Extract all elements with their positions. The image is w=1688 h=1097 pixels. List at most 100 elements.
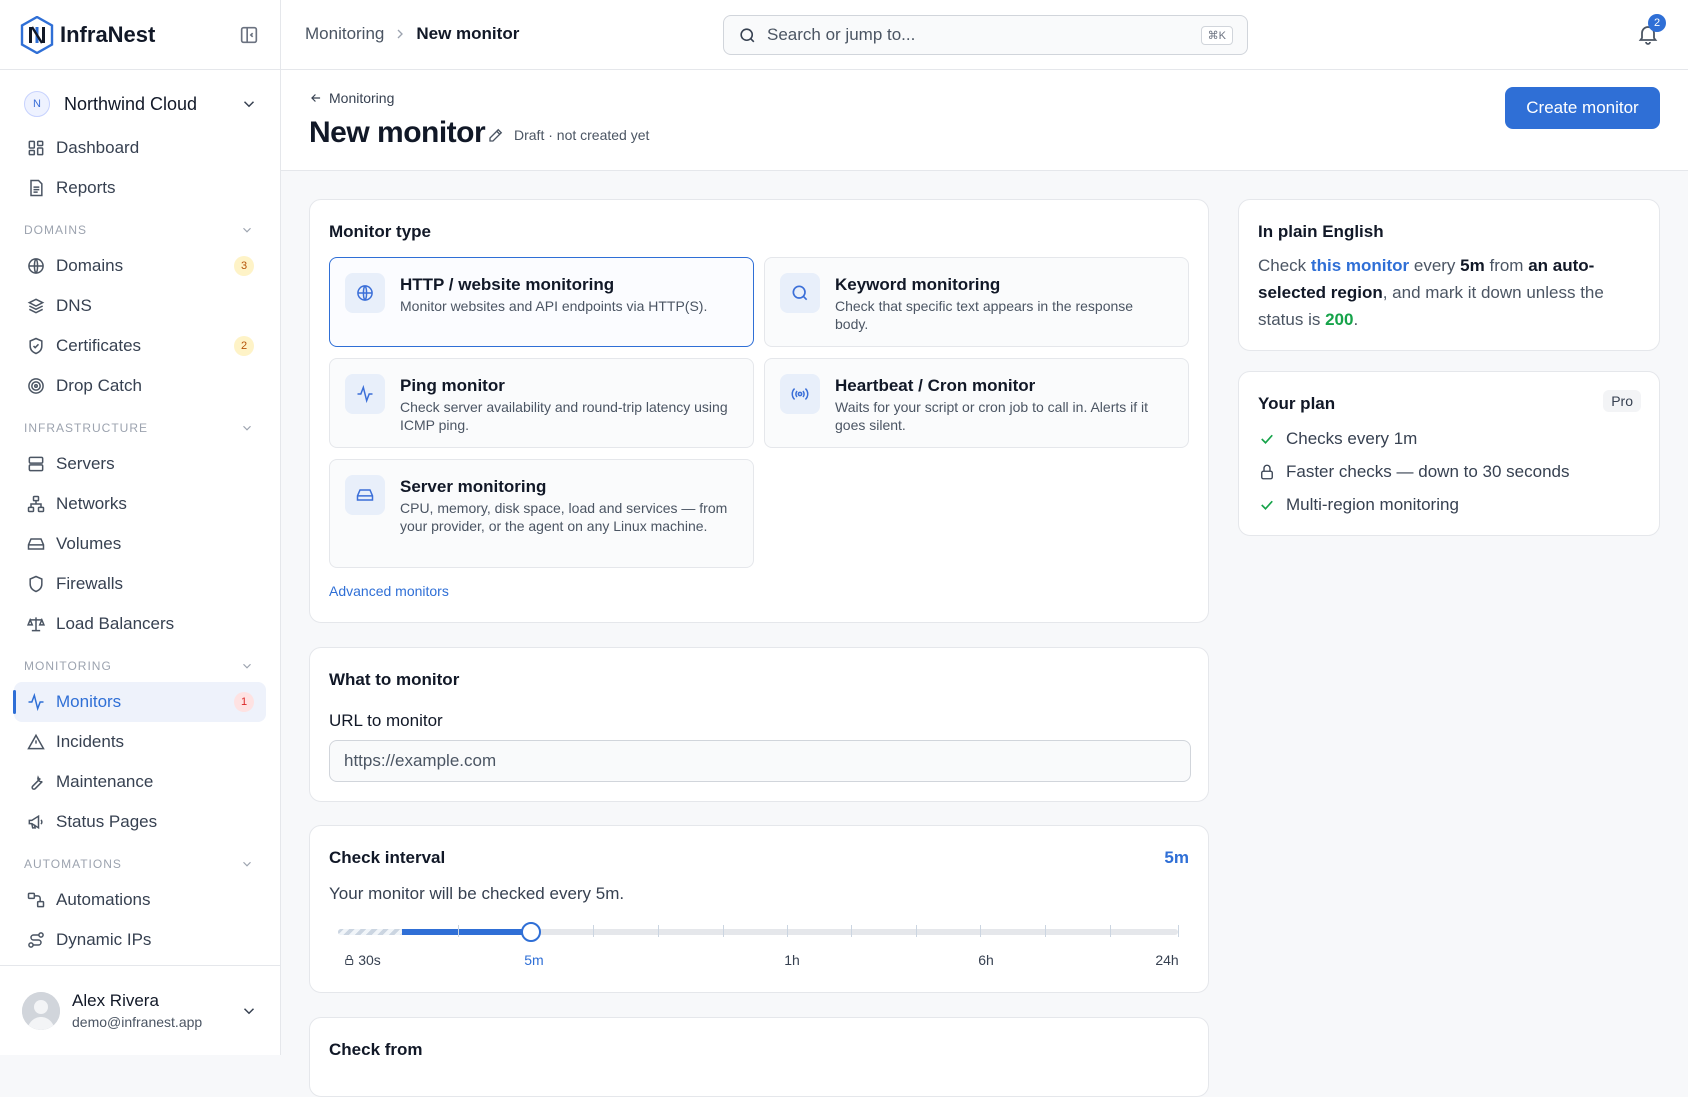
sidebar-item-status-pages[interactable]: Status Pages	[14, 802, 266, 842]
sidebar-item-monitors[interactable]: Monitors 1	[13, 682, 266, 722]
back-link-label: Monitoring	[329, 90, 395, 106]
plan-card: Your plan Pro Checks every 1m Faster che…	[1238, 371, 1660, 536]
sidebar-item-domains[interactable]: Domains 3	[14, 246, 266, 286]
slider-label-6h: 6h	[978, 952, 994, 968]
summary-interval: 5m	[1460, 256, 1485, 275]
lock-icon	[1261, 464, 1273, 480]
org-switcher[interactable]: N Northwind Cloud	[14, 84, 268, 124]
sidebar-item-servers[interactable]: Servers	[14, 444, 266, 484]
sidebar-item-label: Dynamic IPs	[56, 930, 152, 949]
sidebar-nav: Dashboard Reports DOMAINS Domains 3 DNS …	[0, 128, 280, 960]
sidebar-item-load-balancers[interactable]: Load Balancers	[14, 604, 266, 644]
sidebar-item-label: Automations	[56, 890, 151, 909]
search-input[interactable]: Search or jump to... ⌘K	[723, 15, 1248, 55]
sidebar-item-label: Dashboard	[56, 138, 140, 157]
workflow-icon	[27, 892, 45, 908]
sidebar-item-dashboard[interactable]: Dashboard	[14, 128, 266, 168]
search-icon	[780, 273, 820, 313]
pencil-icon[interactable]	[487, 126, 505, 144]
check-from-card: Check from	[309, 1017, 1209, 1097]
breadcrumb-current: New monitor	[416, 24, 520, 43]
back-link[interactable]: Monitoring	[309, 90, 394, 106]
sidebar-item-incidents[interactable]: Incidents	[14, 722, 266, 762]
user-name: Alex Rivera	[72, 991, 159, 1010]
user-info: Alex Rivera demo@infranest.app	[72, 991, 202, 1030]
create-monitor-button[interactable]: Create monitor	[1505, 87, 1660, 129]
slider-tick	[787, 925, 788, 937]
monitor-link[interactable]: this monitor	[1311, 256, 1409, 275]
interval-slider-fill	[402, 929, 530, 935]
option-title: Keyword monitoring	[835, 275, 1001, 294]
broadcast-icon	[780, 374, 820, 414]
monitor-type-server[interactable]: Server monitoring CPU, memory, disk spac…	[329, 459, 754, 568]
draft-status: Draft · not created yet	[514, 127, 650, 143]
sidebar-item-networks[interactable]: Networks	[14, 484, 266, 524]
card-title: What to monitor	[329, 670, 460, 689]
nav-section-monitoring[interactable]: MONITORING	[14, 644, 266, 682]
summary-text: Check	[1258, 256, 1311, 275]
org-name: Northwind Cloud	[64, 93, 198, 114]
monitor-type-keyword[interactable]: Keyword monitoring Check that specific t…	[764, 257, 1189, 347]
advanced-monitors-link[interactable]: Advanced monitors	[329, 583, 449, 599]
slider-label-text: 30s	[358, 952, 381, 968]
card-title: Check interval	[329, 848, 446, 867]
interval-slider-thumb[interactable]	[521, 922, 541, 942]
nav-section-infrastructure[interactable]: INFRASTRUCTURE	[14, 406, 266, 444]
check-interval-card: Check interval 5m Your monitor will be c…	[309, 825, 1209, 993]
count-badge: 2	[234, 336, 254, 356]
hard-drive-icon	[345, 475, 385, 515]
section-title: MONITORING	[24, 659, 112, 673]
section-title: DOMAINS	[24, 223, 88, 237]
sidebar-item-label: Reports	[56, 178, 116, 197]
sidebar-item-maintenance[interactable]: Maintenance	[14, 762, 266, 802]
sidebar-item-label: Drop Catch	[56, 376, 142, 395]
chevron-down-icon	[243, 1007, 255, 1014]
card-title: Monitor type	[329, 222, 431, 241]
card-title: Check from	[329, 1040, 423, 1059]
nav-section-domains[interactable]: DOMAINS	[14, 208, 266, 246]
count-badge: 1	[234, 692, 254, 712]
sidebar-item-volumes[interactable]: Volumes	[14, 524, 266, 564]
summary-status-code: 200	[1325, 310, 1354, 329]
check-icon	[1261, 500, 1273, 510]
sidebar-item-firewalls[interactable]: Firewalls	[14, 564, 266, 604]
sidebar-item-drop-catch[interactable]: Drop Catch	[14, 366, 266, 406]
sidebar-item-dns[interactable]: DNS	[14, 286, 266, 326]
option-title: Heartbeat / Cron monitor	[835, 376, 1036, 395]
monitor-type-card: Monitor type HTTP / website monitoring M…	[309, 199, 1209, 623]
layers-icon	[27, 298, 45, 314]
sidebar-item-automations[interactable]: Automations	[14, 880, 266, 920]
chevron-down-icon	[243, 663, 251, 669]
slider-tick	[980, 925, 981, 937]
slider-tick	[1178, 925, 1179, 937]
slider-tick	[851, 925, 852, 937]
sidebar-item-certificates[interactable]: Certificates 2	[14, 326, 266, 366]
monitor-type-http[interactable]: HTTP / website monitoring Monitor websit…	[329, 257, 754, 347]
url-input[interactable]: https://example.com	[329, 740, 1191, 782]
breadcrumb-parent-link[interactable]: Monitoring	[305, 24, 384, 44]
chevron-down-icon	[243, 227, 251, 233]
sidebar-item-reports[interactable]: Reports	[14, 168, 266, 208]
sidebar-item-label: Status Pages	[56, 812, 158, 831]
sidebar-item-label: Volumes	[56, 534, 122, 553]
globe-icon	[28, 258, 44, 274]
monitor-type-ping[interactable]: Ping monitor Check server availability a…	[329, 358, 754, 448]
infranest-logo-icon	[20, 15, 54, 54]
slider-tick	[723, 925, 724, 937]
sidebar-item-dynamic-ips[interactable]: Dynamic IPs	[14, 920, 266, 960]
search-placeholder: Search or jump to...	[767, 25, 916, 44]
slider-label-min: 30s	[343, 952, 381, 968]
collapse-sidebar-icon[interactable]	[238, 24, 260, 46]
url-label: URL to monitor	[329, 711, 443, 730]
slider-label-current: 5m	[524, 952, 544, 968]
slider-tick	[916, 925, 917, 937]
org-avatar: N	[24, 91, 50, 117]
section-title: AUTOMATIONS	[24, 857, 122, 871]
user-menu[interactable]: Alex Rivera demo@infranest.app	[0, 965, 280, 1055]
monitor-type-heartbeat[interactable]: Heartbeat / Cron monitor Waits for your …	[764, 358, 1189, 448]
sidebar-item-label: Networks	[56, 494, 127, 513]
check-icon	[1261, 434, 1273, 444]
nav-section-automations[interactable]: AUTOMATIONS	[14, 842, 266, 880]
shield-check-icon	[29, 337, 43, 355]
slider-tick	[658, 925, 659, 937]
